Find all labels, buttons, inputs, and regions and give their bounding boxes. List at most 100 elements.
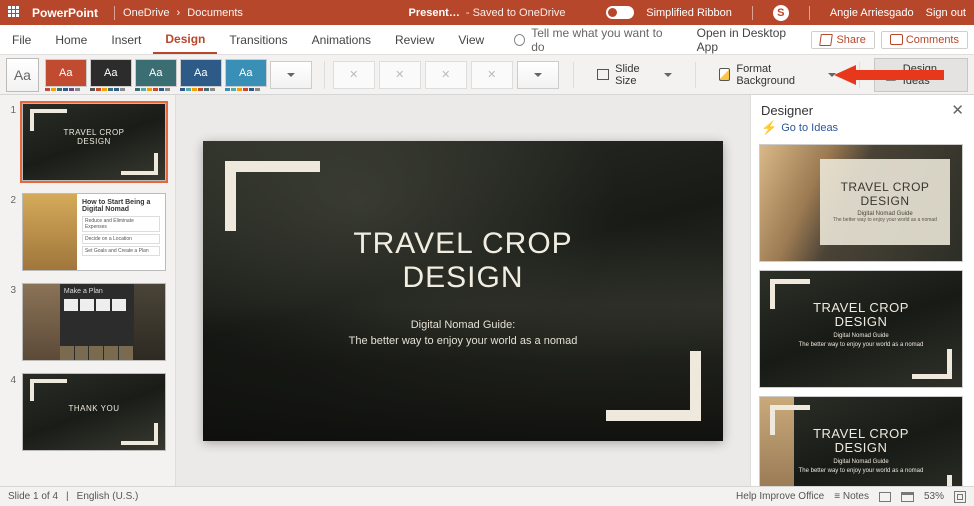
- slide-thumbnail-3[interactable]: Make a Plan: [22, 283, 166, 361]
- zoom-level[interactable]: 53%: [924, 491, 944, 502]
- variant-option[interactable]: ✕: [471, 61, 513, 89]
- share-button[interactable]: Share: [811, 31, 874, 49]
- slide-number: 3: [6, 283, 16, 361]
- slide-number: 4: [6, 373, 16, 451]
- main-area: 1 TRAVEL CROP DESIGN 2 How to Start Bein…: [0, 95, 974, 486]
- comments-button[interactable]: Comments: [881, 31, 968, 49]
- thumbnail-row: 3 Make a Plan: [6, 283, 169, 361]
- tab-insert[interactable]: Insert: [99, 25, 153, 54]
- design-suggestions-list[interactable]: TRAVEL CROPDESIGN Digital Nomad Guide Th…: [751, 144, 974, 486]
- slide-number: 1: [6, 103, 16, 181]
- current-slide[interactable]: TRAVEL CROP DESIGN Digital Nomad Guide: …: [203, 141, 723, 441]
- document-title[interactable]: Present…: [408, 7, 459, 19]
- slide-subtitle-1[interactable]: Digital Nomad Guide:: [203, 319, 723, 331]
- thumbnail-row: 1 TRAVEL CROP DESIGN: [6, 103, 169, 181]
- slide-thumbnail-2[interactable]: How to Start Being a Digital Nomad Reduc…: [22, 193, 166, 271]
- language-indicator[interactable]: English (U.S.): [77, 491, 139, 502]
- app-name: PowerPoint: [32, 6, 98, 20]
- tab-view[interactable]: View: [446, 25, 496, 54]
- theme-option[interactable]: Aa: [180, 59, 222, 91]
- slide-thumbnails-panel[interactable]: 1 TRAVEL CROP DESIGN 2 How to Start Bein…: [0, 95, 176, 486]
- tell-me-search[interactable]: Tell me what you want to do: [514, 26, 665, 54]
- slide-subtitle-2[interactable]: The better way to enjoy your world as a …: [203, 335, 723, 347]
- lightbulb-icon: [514, 34, 525, 46]
- designer-pane: Designer ✕ ⚡ Go to Ideas TRAVEL CROPDESI…: [750, 95, 974, 486]
- thumb-image: [23, 194, 77, 270]
- chevron-right-icon: ›: [177, 7, 181, 19]
- design-suggestion-3[interactable]: TRAVEL CROPDESIGN Digital Nomad Guide Th…: [759, 396, 963, 486]
- slide-title-l1: TRAVEL CROP: [353, 227, 572, 260]
- tab-review[interactable]: Review: [383, 25, 446, 54]
- theme-gallery: Aa Aa Aa Aa Aa: [45, 59, 312, 91]
- theme-option[interactable]: Aa: [45, 59, 87, 91]
- thumb2-row3: Set Goals and Create a Plan: [82, 246, 160, 256]
- thumb3-heading: Make a Plan: [64, 288, 130, 295]
- separator: [114, 6, 115, 20]
- theme-option[interactable]: Aa: [90, 59, 132, 91]
- close-icon[interactable]: ✕: [951, 103, 964, 118]
- slideshow-view-icon[interactable]: [901, 492, 914, 502]
- skype-icon[interactable]: S: [773, 5, 789, 21]
- bolt-icon: ⚡: [761, 120, 777, 136]
- variant-more[interactable]: [517, 61, 559, 89]
- slide-thumbnail-1[interactable]: TRAVEL CROP DESIGN: [22, 103, 166, 181]
- design-ideas-label: Design Ideas: [903, 63, 959, 87]
- slide-size-icon: [597, 69, 609, 80]
- tab-transitions[interactable]: Transitions: [217, 25, 299, 54]
- sign-out-link[interactable]: Sign out: [926, 7, 966, 19]
- separator: [752, 6, 753, 20]
- slide-size-button[interactable]: Slide Size: [588, 58, 681, 92]
- chevron-down-icon: [828, 73, 836, 77]
- open-desktop-app[interactable]: Open in Desktop App: [685, 25, 812, 54]
- slide-editor[interactable]: TRAVEL CROP DESIGN Digital Nomad Guide: …: [176, 95, 750, 486]
- breadcrumb-folder[interactable]: Documents: [187, 7, 243, 19]
- thumbnail-row: 4 THANK YOU: [6, 373, 169, 451]
- design-ideas-button[interactable]: Design Ideas: [874, 58, 968, 92]
- go-to-ideas-link[interactable]: ⚡ Go to Ideas: [751, 120, 974, 144]
- variant-option[interactable]: ✕: [425, 61, 467, 89]
- design-suggestion-1[interactable]: TRAVEL CROPDESIGN Digital Nomad Guide Th…: [759, 144, 963, 262]
- design-suggestion-2[interactable]: TRAVEL CROPDESIGN Digital Nomad Guide Th…: [759, 270, 963, 388]
- variant-option[interactable]: ✕: [379, 61, 421, 89]
- bracket-bottom-right: [606, 351, 701, 421]
- normal-view-icon[interactable]: [879, 492, 891, 502]
- slide-title-l2: DESIGN: [402, 261, 523, 294]
- comment-icon: [890, 34, 901, 45]
- thumb4-title: THANK YOU: [23, 404, 165, 413]
- titlebar-center: Present… - Saved to OneDrive: [408, 7, 565, 19]
- simplified-ribbon-label: Simplified Ribbon: [646, 7, 732, 19]
- status-bar: Slide 1 of 4 | English (U.S.) Help Impro…: [0, 486, 974, 506]
- tab-design[interactable]: Design: [153, 25, 217, 54]
- tab-file[interactable]: File: [0, 25, 43, 54]
- variant-gallery: ✕ ✕ ✕ ✕: [324, 61, 559, 89]
- thumb-title-l2: DESIGN: [23, 137, 165, 146]
- theme-current[interactable]: Aa: [6, 58, 39, 92]
- notes-button[interactable]: ≡ Notes: [834, 491, 869, 502]
- user-name[interactable]: Angie Arriesgado: [830, 7, 914, 19]
- tell-me-placeholder: Tell me what you want to do: [531, 26, 664, 54]
- simplified-ribbon-toggle[interactable]: [606, 6, 634, 19]
- slide-number: 2: [6, 193, 16, 271]
- separator: [573, 62, 574, 88]
- fit-to-window-icon[interactable]: [954, 491, 966, 503]
- slide-title[interactable]: TRAVEL CROP DESIGN: [203, 227, 723, 296]
- breadcrumb[interactable]: OneDrive › Documents: [123, 7, 243, 19]
- breadcrumb-root[interactable]: OneDrive: [123, 7, 169, 19]
- title-bar: PowerPoint OneDrive › Documents Present……: [0, 0, 974, 25]
- design-ideas-icon: [883, 68, 897, 82]
- format-background-button[interactable]: Format Background: [710, 58, 845, 92]
- go-to-ideas-label: Go to Ideas: [781, 122, 838, 134]
- designer-title: Designer: [761, 103, 813, 118]
- theme-option[interactable]: Aa: [225, 59, 267, 91]
- slide-thumbnail-4[interactable]: THANK YOU: [22, 373, 166, 451]
- theme-option[interactable]: Aa: [135, 59, 177, 91]
- tab-animations[interactable]: Animations: [300, 25, 383, 54]
- app-launcher-icon[interactable]: [8, 6, 22, 20]
- thumbnail-row: 2 How to Start Being a Digital Nomad Red…: [6, 193, 169, 271]
- help-improve-link[interactable]: Help Improve Office: [736, 491, 824, 502]
- variant-option[interactable]: ✕: [333, 61, 375, 89]
- tab-home[interactable]: Home: [43, 25, 99, 54]
- slide-counter[interactable]: Slide 1 of 4: [8, 491, 58, 502]
- theme-more[interactable]: [270, 61, 312, 89]
- bracket-top-left: [225, 161, 320, 231]
